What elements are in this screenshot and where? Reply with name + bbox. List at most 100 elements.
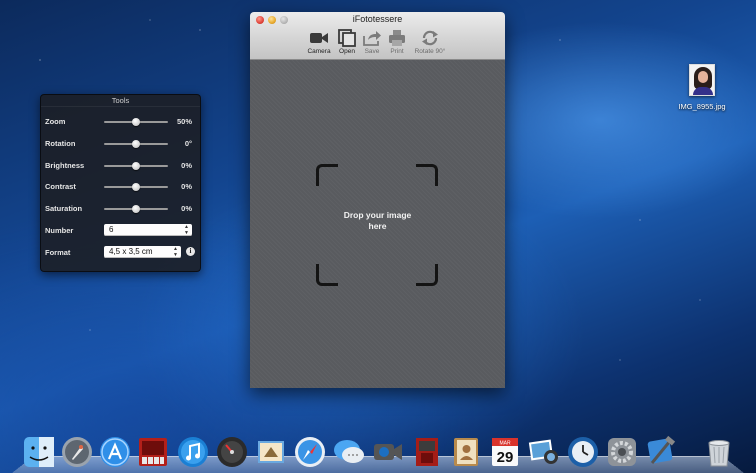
camera-button-label: Camera [307,48,331,55]
time-machine-icon [568,437,598,467]
contrast-label: Contrast [45,182,76,191]
dock-finder[interactable] [22,435,56,469]
window-title: iFototessere [352,14,403,24]
drop-instructions-line-1: Drop your image [343,210,412,220]
window-titlebar: iFototessere Camera Open Save Print Rota… [250,12,505,60]
saturation-slider-knob[interactable] [132,205,140,213]
brightness-label: Brightness [45,161,85,170]
print-icon [389,30,405,46]
photo-booth-icon [139,438,167,466]
dock-safari[interactable] [293,435,327,469]
format-label: Format [45,248,71,257]
format-row: Format 4,5 x 3,5 cm ▲ ▼ i [41,246,200,260]
finder-icon [24,437,54,467]
rotation-slider[interactable] [104,140,168,148]
main-window: iFototessere Camera Open Save Print Rota… [250,12,505,388]
zoom-slider-knob[interactable] [132,118,140,126]
tools-panel: Tools Zoom 50% Rotation 0° Brightness 0%… [40,94,201,272]
desktop-file-icon[interactable]: IMG_8955.jpg [674,64,730,111]
zoom-row: Zoom 50% [41,115,200,129]
number-label: Number [45,226,74,235]
format-select-value: 4,5 x 3,5 cm [109,247,153,256]
dock-contacts[interactable] [449,435,483,469]
brightness-row: Brightness 0% [41,159,200,173]
rotation-slider-knob[interactable] [132,140,140,148]
number-select[interactable]: 6 ▲ ▼ [104,224,192,236]
save-button-label: Save [364,48,380,55]
dock-calendar[interactable]: MAR 29 [488,435,522,469]
calendar-month: MAR [499,441,511,447]
dock-photo-booth[interactable] [136,435,170,469]
saturation-slider[interactable] [104,205,168,213]
zoom-value: 50% [176,117,192,126]
calendar-icon: MAR 29 [492,438,518,466]
dock-launchpad[interactable] [60,435,94,469]
desktop-file-name: IMG_8955.jpg [678,102,726,111]
print-button-label: Print [390,48,404,55]
rotation-row: Rotation 0° [41,137,200,151]
dock-dashboard[interactable] [215,435,249,469]
contrast-slider[interactable] [104,183,168,191]
saturation-label: Saturation [45,204,83,213]
zoom-label: Zoom [45,117,66,126]
dashboard-icon [217,437,247,467]
brightness-slider-knob[interactable] [132,162,140,170]
image-drop-zone[interactable]: Drop your image here [250,60,505,388]
dock-system-preferences[interactable] [605,435,639,469]
dock-messages[interactable] [332,435,366,469]
dock-facetime[interactable] [371,435,405,469]
print-button[interactable]: Print [385,28,409,55]
save-button[interactable]: Save [360,28,384,55]
itunes-icon [178,437,208,467]
rotation-label: Rotation [45,139,76,148]
contrast-row: Contrast 0% [41,180,200,194]
zoom-slider[interactable] [104,118,168,126]
camera-button[interactable]: Camera [305,28,333,55]
open-button[interactable]: Open [335,28,359,55]
dock-trash[interactable] [702,435,736,469]
open-icon [338,29,356,47]
camera-icon [310,33,328,43]
crop-corner-top-left [316,164,338,186]
contrast-value: 0% [181,182,192,191]
number-row: Number 6 ▲ ▼ [41,224,200,238]
xcode-icon [647,435,676,464]
facetime-icon [374,444,402,460]
messages-icon [334,440,364,463]
contrast-slider-knob[interactable] [132,183,140,191]
rotate-button-label: Rotate 90° [414,48,446,55]
saturation-value: 0% [181,204,192,213]
crop-corner-bottom-right [416,264,438,286]
save-icon [363,31,381,46]
photo-thumbnail-icon [689,64,715,96]
drop-instructions: Drop your image here [250,210,505,232]
launchpad-icon [62,437,92,467]
rotate-icon [422,30,438,46]
crop-corner-top-right [416,164,438,186]
info-icon[interactable]: i [186,247,195,256]
rotate-button[interactable]: Rotate 90° [410,28,450,55]
app-store-icon [100,437,130,467]
drop-instructions-line-2: here [368,221,387,231]
tools-panel-title: Tools [41,95,200,107]
dock-xcode[interactable] [644,435,678,469]
saturation-row: Saturation 0% [41,202,200,216]
photo-booth-2-icon [416,438,438,466]
contacts-icon [454,438,478,466]
dock-app-store[interactable] [98,435,132,469]
select-arrows-icon: ▲ ▼ [173,246,178,258]
trash-icon [708,440,730,467]
mail-icon [258,441,284,463]
brightness-slider[interactable] [104,162,168,170]
crop-corner-bottom-left [316,264,338,286]
dock-photo-booth-2[interactable] [410,435,444,469]
dock-time-machine[interactable] [566,435,600,469]
dock-itunes[interactable] [176,435,210,469]
dock-mail[interactable] [254,435,288,469]
calendar-day: 29 [497,449,514,466]
open-button-label: Open [339,48,355,55]
format-select[interactable]: 4,5 x 3,5 cm ▲ ▼ [104,246,181,258]
iphoto-icon [528,439,558,464]
brightness-value: 0% [181,161,192,170]
dock-iphoto[interactable] [527,435,561,469]
